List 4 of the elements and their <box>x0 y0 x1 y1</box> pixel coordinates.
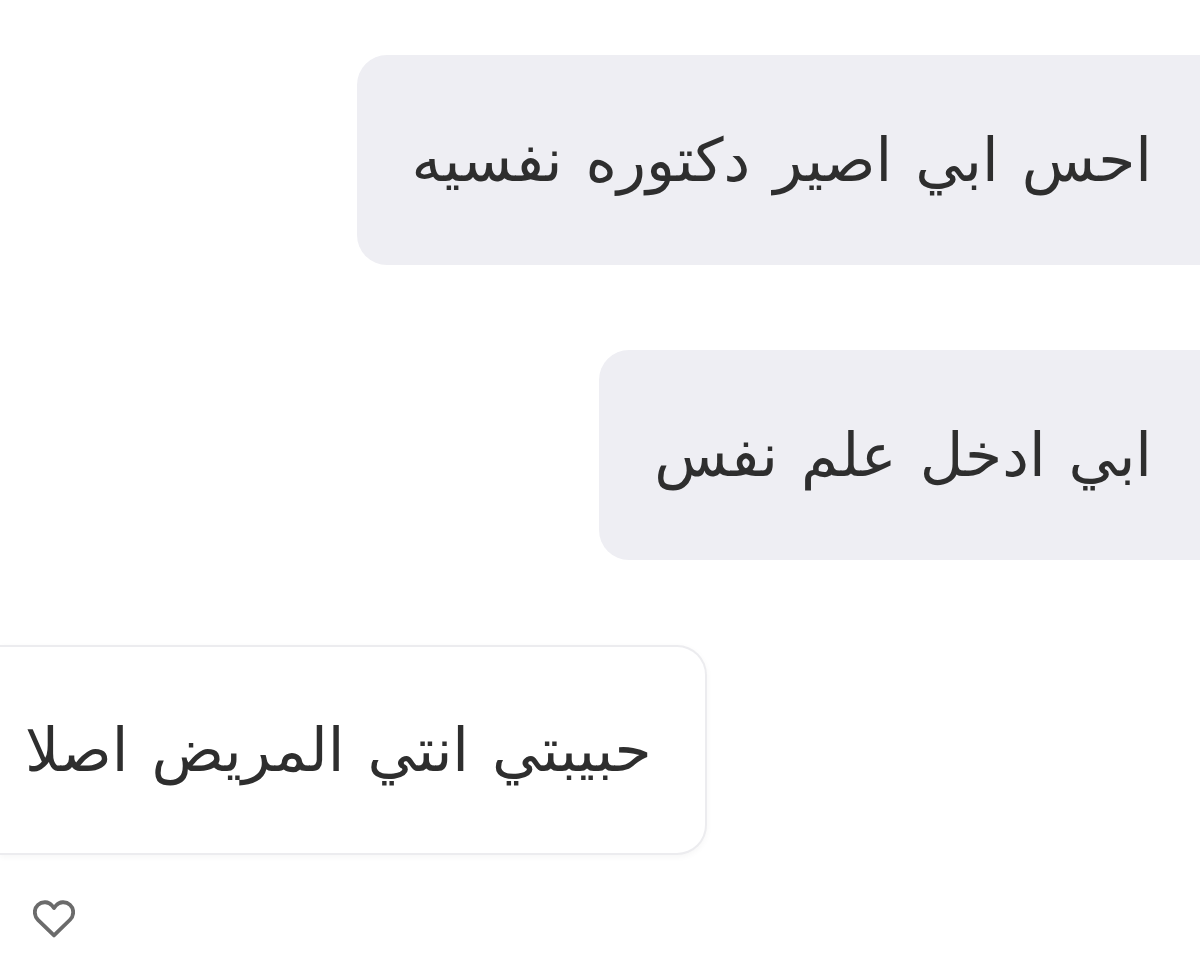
heart-icon[interactable] <box>33 900 75 938</box>
message-text: ابي ادخل علم نفس <box>654 419 1152 493</box>
message-text: احس ابي اصير دكتوره نفسيه <box>411 124 1152 198</box>
message-text: حبيبتي انتي المريض اصلا <box>25 714 652 788</box>
